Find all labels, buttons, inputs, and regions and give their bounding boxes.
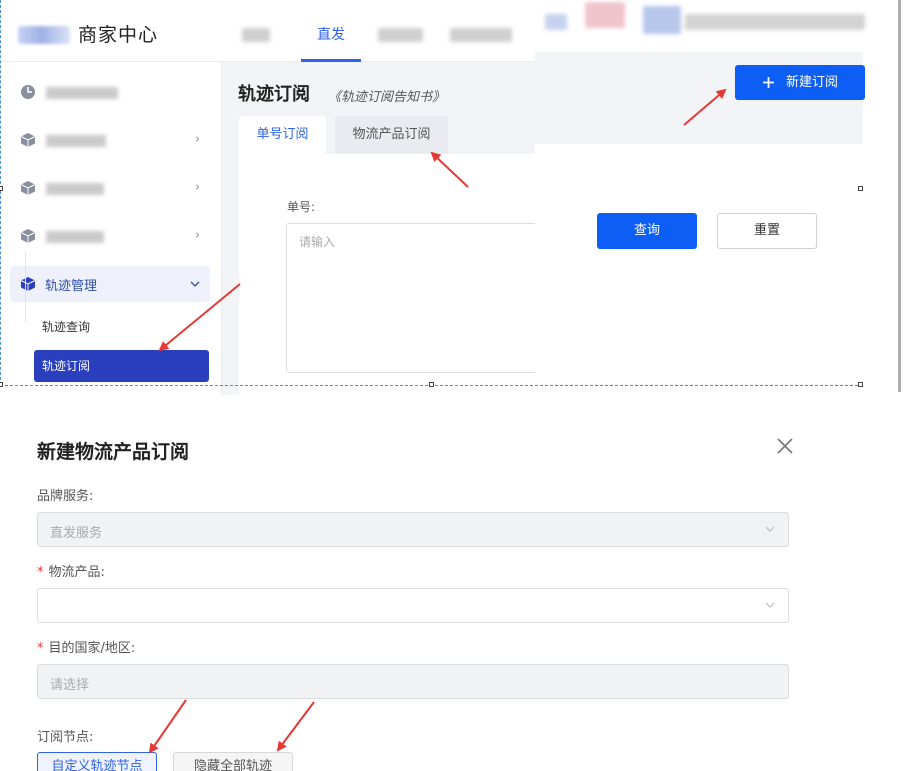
tab-number-subscription[interactable]: 单号订阅 <box>239 116 326 154</box>
close-icon[interactable] <box>774 435 796 457</box>
nav-item-active[interactable]: 直发 <box>301 24 361 62</box>
new-subscription-button[interactable]: 新建订阅 <box>735 65 865 100</box>
nav-item-blurred[interactable] <box>242 28 270 42</box>
sidebar-item-dashboard[interactable] <box>10 74 210 110</box>
tracking-number-input[interactable]: 请输入 <box>286 223 535 373</box>
dialog-title: 新建物流产品订阅 <box>37 441 190 463</box>
blurred-header-strip <box>535 0 910 52</box>
chevron-down-icon <box>765 602 775 608</box>
sidebar-subitem-track-subscription[interactable]: 轨迹订阅 <box>34 350 209 382</box>
nav-item-blurred[interactable] <box>378 28 423 42</box>
chevron-right-icon: › <box>194 228 200 243</box>
sidebar-item-label <box>46 231 104 243</box>
logistics-product-select[interactable] <box>37 588 789 623</box>
top-screenshot: 商家中心 直发 › › › 轨迹管理 轨迹查询 轨迹订阅 轨迹订阅 《轨迹订阅告… <box>0 0 910 395</box>
brand-service-value: 直发服务 <box>50 526 103 541</box>
tab-product-subscription[interactable]: 物流产品订阅 <box>335 116 448 154</box>
destination-country-select[interactable]: 请选择 <box>37 664 789 699</box>
brand-service-select[interactable]: 直发服务 <box>37 512 789 547</box>
sidebar-item-blurred[interactable]: › <box>10 170 210 206</box>
sidebar-item-label <box>46 135 106 147</box>
main-content: 轨迹订阅 《轨迹订阅告知书》 单号订阅 物流产品订阅 单号: 请输入 <box>222 62 535 395</box>
sidebar-item-label <box>46 87 118 99</box>
cube-icon <box>20 181 36 195</box>
submenu-guide-line <box>25 252 26 322</box>
sidebar-item-blurred[interactable]: › <box>10 218 210 254</box>
subscription-node-label: 订阅节点: <box>37 730 94 745</box>
cube-icon <box>20 229 36 243</box>
reset-button[interactable]: 重置 <box>717 213 817 249</box>
selection-handle[interactable] <box>429 382 434 387</box>
selection-handle[interactable] <box>858 186 863 191</box>
subscription-notice-link[interactable]: 《轨迹订阅告知书》 <box>328 86 445 105</box>
sidebar-item-track-management[interactable]: 轨迹管理 <box>10 266 210 302</box>
page-title: 轨迹订阅 <box>238 84 310 105</box>
new-subscription-label: 新建订阅 <box>785 75 838 90</box>
dashboard-icon <box>21 85 35 99</box>
cube-icon <box>20 277 36 291</box>
sidebar-item-label <box>46 183 104 195</box>
chevron-right-icon: › <box>194 180 200 195</box>
selection-border-left <box>0 0 1 385</box>
hide-all-tracks-button[interactable]: 隐藏全部轨迹 <box>173 752 293 771</box>
destination-country-placeholder: 请选择 <box>50 678 90 693</box>
textarea-placeholder: 请输入 <box>299 235 336 249</box>
destination-country-label: * 目的国家/地区: <box>37 641 136 656</box>
right-content-card <box>535 144 865 384</box>
sidebar-item-blurred[interactable]: › <box>10 122 210 158</box>
chevron-down-icon <box>190 281 200 287</box>
logistics-product-label: * 物流产品: <box>37 565 105 580</box>
selection-handle[interactable] <box>858 382 863 387</box>
top-navbar: 商家中心 直发 <box>0 0 535 62</box>
plus-icon <box>763 77 774 88</box>
sidebar: › › › 轨迹管理 <box>0 62 222 395</box>
brand-service-label: 品牌服务: <box>37 489 94 504</box>
tracking-number-label: 单号: <box>287 200 316 214</box>
app-title: 商家中心 <box>78 24 159 46</box>
sidebar-subitem-track-query[interactable]: 轨迹查询 <box>34 311 209 343</box>
cube-icon <box>20 133 36 147</box>
new-product-subscription-dialog: 新建物流产品订阅 品牌服务: 直发服务 * 物流产品: * 目的国家/地区: 请选择… <box>0 395 910 771</box>
logo <box>18 26 70 44</box>
custom-track-node-button[interactable]: 自定义轨迹节点 <box>37 752 157 771</box>
chevron-down-icon <box>765 526 775 532</box>
chevron-right-icon: › <box>194 132 200 147</box>
nav-item-blurred[interactable] <box>450 28 512 42</box>
selection-handle[interactable] <box>0 382 3 387</box>
sidebar-item-label: 轨迹管理 <box>45 279 98 294</box>
window-edge <box>898 0 901 392</box>
query-button[interactable]: 查询 <box>597 213 697 249</box>
selection-handle[interactable] <box>0 186 3 191</box>
